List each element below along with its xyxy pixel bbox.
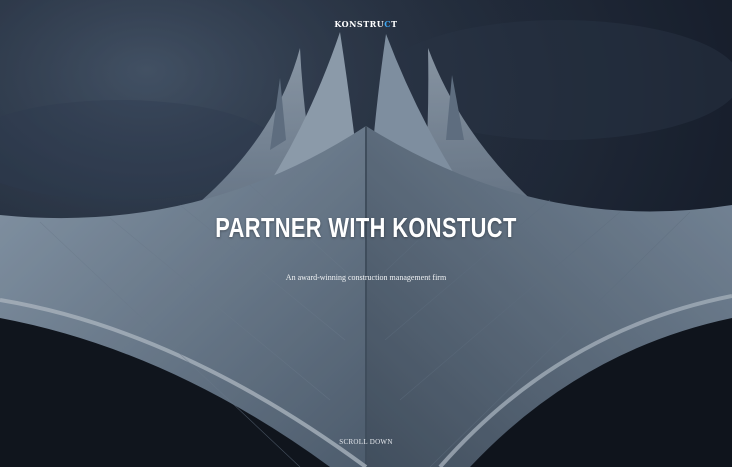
brand-logo[interactable]: KONSTRUCT — [0, 19, 732, 29]
scroll-down-link[interactable]: SCROLL DOWN — [339, 438, 392, 446]
logo-text-suffix: T — [391, 19, 398, 29]
hero-subheadline: An award-winning construction management… — [285, 273, 447, 282]
hero-section: KONSTRUCT PARTNER WITH KONSTUCT An award… — [0, 0, 732, 467]
logo-text-prefix: KONSTRU — [334, 19, 385, 29]
scroll-down-container: SCROLL DOWN — [0, 438, 732, 446]
hero-headline: PARTNER WITH KONSTUCT — [215, 212, 517, 243]
